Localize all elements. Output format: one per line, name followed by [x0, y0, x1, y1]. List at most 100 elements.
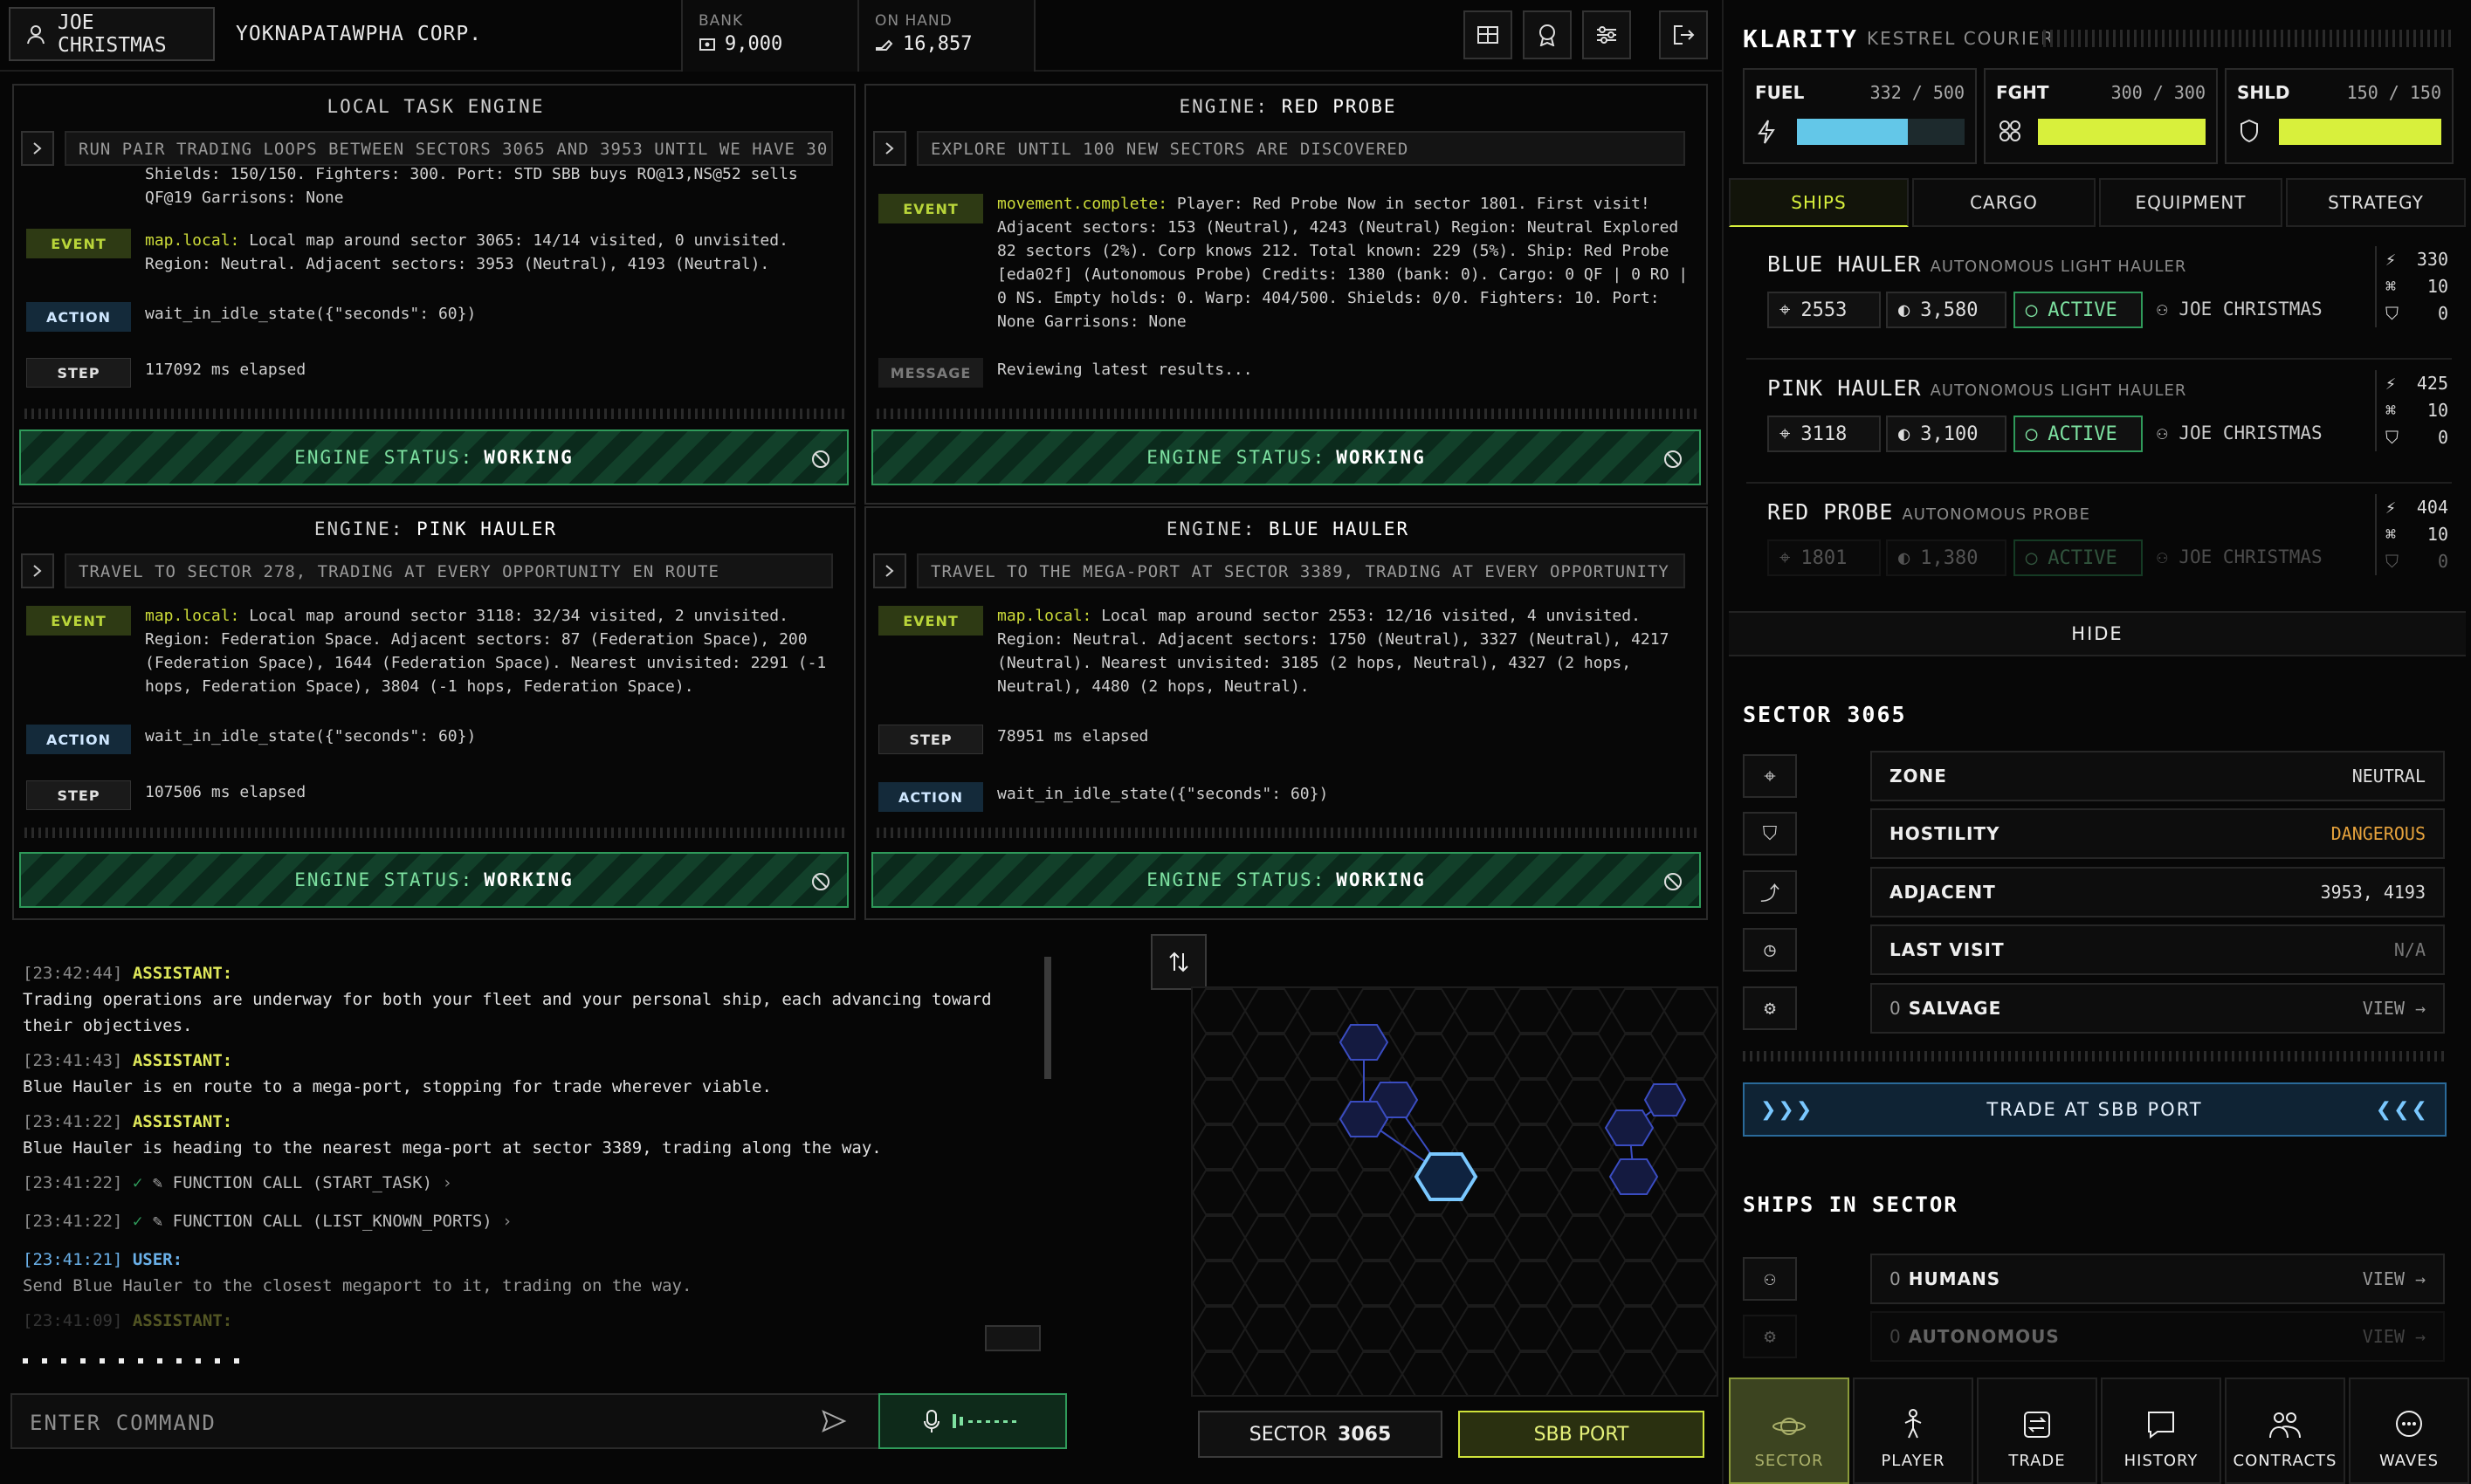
task-description: TRAVEL TO THE MEGA-PORT AT SECTOR 3389, …: [917, 553, 1685, 588]
onhand-value: 16,857: [903, 33, 973, 55]
expand-task-button[interactable]: [21, 131, 54, 166]
ship-card-pink-hauler[interactable]: PINK HAULER AUTONOMOUS LIGHT HAULER ⌖ 3118…: [1746, 361, 2452, 484]
ship-credits: ◐ 3,100: [1886, 416, 2006, 452]
ship-stats: ⚡ 330 ⌘ 10 ⛉ 0: [2375, 246, 2448, 327]
log-entry: wait_in_idle_state({"seconds": 60}): [997, 785, 1329, 803]
nav-waves[interactable]: WAVES: [2349, 1378, 2469, 1484]
nav-history[interactable]: HISTORY: [2101, 1378, 2221, 1484]
cancel-task-button[interactable]: [810, 449, 831, 470]
achievements-button[interactable]: [1523, 10, 1572, 59]
sector-node[interactable]: [1604, 1110, 1655, 1146]
log-entry: wait_in_idle_state({"seconds": 60}): [145, 727, 477, 745]
ship-card-name: RED PROBE AUTONOMOUS PROBE: [1767, 499, 2091, 525]
history-icon: ◷: [1743, 928, 1797, 972]
ship-credits: ◐ 3,580: [1886, 292, 2006, 328]
function-call-start-task[interactable]: [23:41:22] ✓ ✎ FUNCTION CALL (START_TASK…: [23, 1170, 1053, 1196]
ship-name: KLARITY: [1743, 24, 1859, 53]
log-entry: movement.complete: Player: Red Probe Now…: [997, 195, 1689, 331]
swap-layout-button[interactable]: [1151, 934, 1207, 990]
swap-vertical-icon: [1167, 950, 1190, 974]
fighter-icon: [1998, 119, 2022, 143]
humans-icon: ⚇: [1743, 1257, 1797, 1301]
nav-contracts[interactable]: CONTRACTS: [2225, 1378, 2345, 1484]
port-button[interactable]: SBB PORT: [1458, 1411, 1704, 1458]
sector-map[interactable]: [1191, 986, 1718, 1397]
engine-panel-local: LOCAL TASK ENGINE RUN PAIR TRADING LOOPS…: [12, 84, 856, 505]
nav-trade[interactable]: TRADE: [1977, 1378, 2097, 1484]
ship-owner: ⚇ JOE CHRISTMAS: [2157, 423, 2323, 443]
current-sector-node[interactable]: [1414, 1152, 1478, 1201]
sector-salvage-row[interactable]: 0 SALVAGE VIEW →: [1870, 983, 2445, 1034]
ship-owner: ⚇ JOE CHRISTMAS: [2157, 299, 2323, 319]
ship-card-red-probe[interactable]: RED PROBE AUTONOMOUS PROBE ⌖ 1801 ◐ 1,380 ◯…: [1746, 485, 2452, 592]
sector-node[interactable]: [1643, 1083, 1687, 1116]
cancel-task-button[interactable]: [1662, 871, 1683, 892]
task-description: RUN PAIR TRADING LOOPS BETWEEN SECTORS 3…: [65, 131, 833, 166]
voice-button[interactable]: [878, 1393, 1067, 1449]
expand-task-button[interactable]: [873, 131, 906, 166]
shields-bar-fill: [2279, 119, 2441, 145]
logout-button[interactable]: [1659, 10, 1708, 59]
bank-value: 9,000: [725, 33, 783, 55]
log-entry: 78951 ms elapsed: [997, 727, 1149, 745]
conversation-log: [23:42:44] ASSISTANT: Trading operations …: [23, 960, 1053, 1334]
divider: [877, 409, 1697, 419]
chat-message: [23:42:44] ASSISTANT: Trading operations …: [23, 964, 992, 1035]
command-input[interactable]: ENTER COMMAND: [10, 1393, 884, 1449]
sector-node[interactable]: [1608, 1158, 1659, 1195]
chat-message: [23:41:43] ASSISTANT: Blue Hauler is en r…: [23, 1051, 772, 1096]
status-icon: ◯: [2026, 423, 2038, 445]
engine-title: ENGINE: PINK HAULER: [313, 519, 558, 539]
header-divider: [2043, 30, 2454, 47]
grid-icon: [1476, 25, 1499, 45]
chat-bubble-icon: [2393, 1410, 2425, 1439]
fuel-meter: FUEL 332 / 500: [1743, 68, 1977, 164]
chat-scrollbar[interactable]: [1044, 957, 1051, 1079]
audio-level-icon: [953, 1412, 1022, 1430]
nav-player[interactable]: PLAYER: [1853, 1378, 1973, 1484]
tab-equipment[interactable]: EQUIPMENT: [2099, 178, 2282, 227]
log-entry: wait_in_idle_state({"seconds": 60}): [145, 305, 477, 323]
sector-zone-row: ZONE NEUTRAL: [1870, 751, 2445, 801]
tab-cargo[interactable]: CARGO: [1912, 178, 2096, 227]
view-autonomous-link: VIEW →: [2362, 1326, 2426, 1347]
log-entry: map.local: Local map around sector 3065:…: [145, 231, 788, 273]
cancel-task-button[interactable]: [1662, 449, 1683, 470]
send-button[interactable]: [821, 1409, 847, 1433]
person-icon: [1900, 1408, 1926, 1439]
sector-node[interactable]: [1339, 1101, 1389, 1137]
tab-ships[interactable]: SHIPS: [1729, 178, 1909, 227]
ship-card-blue-hauler[interactable]: BLUE HAULER AUTONOMOUS LIGHT HAULER ⌖ 2553…: [1746, 237, 2452, 360]
settings-button[interactable]: [1582, 10, 1631, 59]
cancel-task-button[interactable]: [810, 871, 831, 892]
ship-card-name: PINK HAULER AUTONOMOUS LIGHT HAULER: [1767, 375, 2187, 401]
chat-message: [23:41:22] ASSISTANT: Blue Hauler is head…: [23, 1112, 882, 1158]
coin-icon: ◐: [1898, 299, 1910, 321]
trade-at-port-button[interactable]: ❯❯❯ TRADE AT SBB PORT ❮❮❮: [1743, 1082, 2447, 1137]
ship-class: KESTREL COURIER: [1867, 28, 2055, 49]
function-call-list-ports[interactable]: [23:41:22] ✓ ✎ FUNCTION CALL (LIST_KNOWN…: [23, 1208, 1053, 1234]
ship-sector: ⌖ 2553: [1767, 292, 1881, 328]
user-button[interactable]: JOE CHRISTMAS: [9, 7, 215, 61]
map-button[interactable]: [1463, 10, 1512, 59]
ship-sector: ⌖ 1801: [1767, 539, 1881, 576]
sector-indicator[interactable]: SECTOR 3065: [1198, 1411, 1442, 1458]
log-entry: map.local: Local map around sector 2553:…: [997, 607, 1669, 696]
nav-sector[interactable]: SECTOR: [1729, 1378, 1849, 1484]
status-icon: ◯: [2026, 546, 2038, 569]
expand-task-button[interactable]: [21, 553, 54, 588]
divider: [24, 828, 845, 838]
fighters-meter: FGHT 300 / 300: [1984, 68, 2218, 164]
expand-task-button[interactable]: [873, 553, 906, 588]
hostility-icon: ⛉: [1743, 812, 1797, 855]
humans-row[interactable]: 0 HUMANS VIEW →: [1870, 1254, 2445, 1304]
chat-toggle[interactable]: [985, 1325, 1041, 1351]
autonomous-row[interactable]: 0 AUTONOMOUS VIEW →: [1870, 1311, 2445, 1362]
view-humans-link: VIEW →: [2362, 1268, 2426, 1289]
ship-credits: ◐ 1,380: [1886, 539, 2006, 576]
tab-strategy[interactable]: STRATEGY: [2286, 178, 2466, 227]
user-icon: ⚇: [2157, 423, 2168, 443]
task-description: EXPLORE UNTIL 100 NEW SECTORS ARE DISCOV…: [917, 131, 1685, 166]
sector-node[interactable]: [1339, 1024, 1389, 1061]
hide-ships-button[interactable]: HIDE: [1729, 611, 2466, 656]
